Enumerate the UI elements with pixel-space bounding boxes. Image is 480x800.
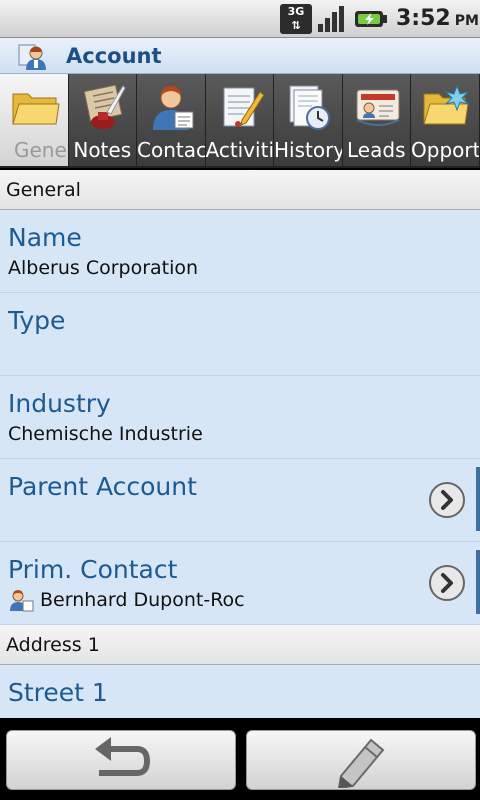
clock-time: 3:52 [396,6,451,31]
field-label: Industry [8,389,111,418]
status-bar: 3G ⇅ 3:52 PM [0,0,480,38]
tab-bar: General Notes Contacts Activities [0,74,480,168]
tab-label: Activities [205,138,274,162]
tab-notes[interactable]: Notes [68,74,137,166]
tab-label: Contacts [137,138,205,162]
clock-ampm: PM [454,13,479,29]
title-bar: Account [0,38,480,74]
contact-person-icon [10,590,34,612]
contacts-icon [153,86,194,130]
network-type: 3G [287,5,305,18]
field-street1[interactable]: Street 1 [0,665,480,718]
leads-icon [356,89,399,126]
field-label: Name [8,223,82,252]
field-marker [476,550,480,614]
activities-icon [223,87,265,127]
bottom-action-bar [0,718,480,800]
tab-activities[interactable]: Activities [205,74,274,166]
account-detail-list[interactable]: General Name Alberus Corporation Type In… [0,170,480,718]
field-value: Alberus Corporation [8,257,199,279]
edit-button[interactable] [246,730,476,790]
account-icon [18,44,46,70]
section-header-general: General [0,170,480,210]
tab-history[interactable]: History [274,74,343,166]
clock: 3:52 PM [396,4,479,36]
back-button[interactable] [6,730,236,790]
field-value: Bernhard Dupont-Roc [40,589,245,611]
signal-icon [318,6,344,32]
section-header-address: Address 1 [0,625,480,665]
tab-label: History [274,138,342,162]
field-marker [476,467,480,531]
tab-label: Leads [347,138,406,162]
field-parent-account[interactable]: Parent Account [0,459,480,542]
field-value-row: Bernhard Dupont-Roc [8,586,480,614]
tab-general[interactable]: General [0,74,69,166]
tab-label: Opportunities [411,138,479,162]
opportunities-icon [423,84,470,125]
field-value: Chemische Industrie [8,423,203,445]
tab-opportunities[interactable]: Opportunities [411,74,480,166]
pencil-icon [337,738,385,788]
field-type[interactable]: Type [0,293,480,376]
tab-label: General [14,138,68,162]
folder-icon [12,93,60,125]
battery-charging-icon [355,11,387,27]
history-icon [289,85,330,130]
field-industry[interactable]: Industry Chemische Industrie [0,376,480,459]
tab-contacts[interactable]: Contacts [137,74,206,166]
undo-icon [95,737,150,776]
page-title: Account [66,44,162,68]
field-prim-contact[interactable]: Prim. Contact Bernhard Dupont-Roc [0,542,480,625]
field-label: Prim. Contact [8,555,178,584]
notes-icon [83,84,126,129]
field-name[interactable]: Name Alberus Corporation [0,210,480,293]
network-3g-icon: 3G ⇅ [280,4,312,34]
field-label: Parent Account [8,472,197,501]
tab-label: Notes [73,138,132,162]
field-label: Street 1 [8,678,108,707]
chevron-right-icon[interactable] [428,481,466,519]
field-label: Type [8,306,66,335]
tab-leads[interactable]: Leads [342,74,411,166]
chevron-right-icon[interactable] [428,564,466,602]
